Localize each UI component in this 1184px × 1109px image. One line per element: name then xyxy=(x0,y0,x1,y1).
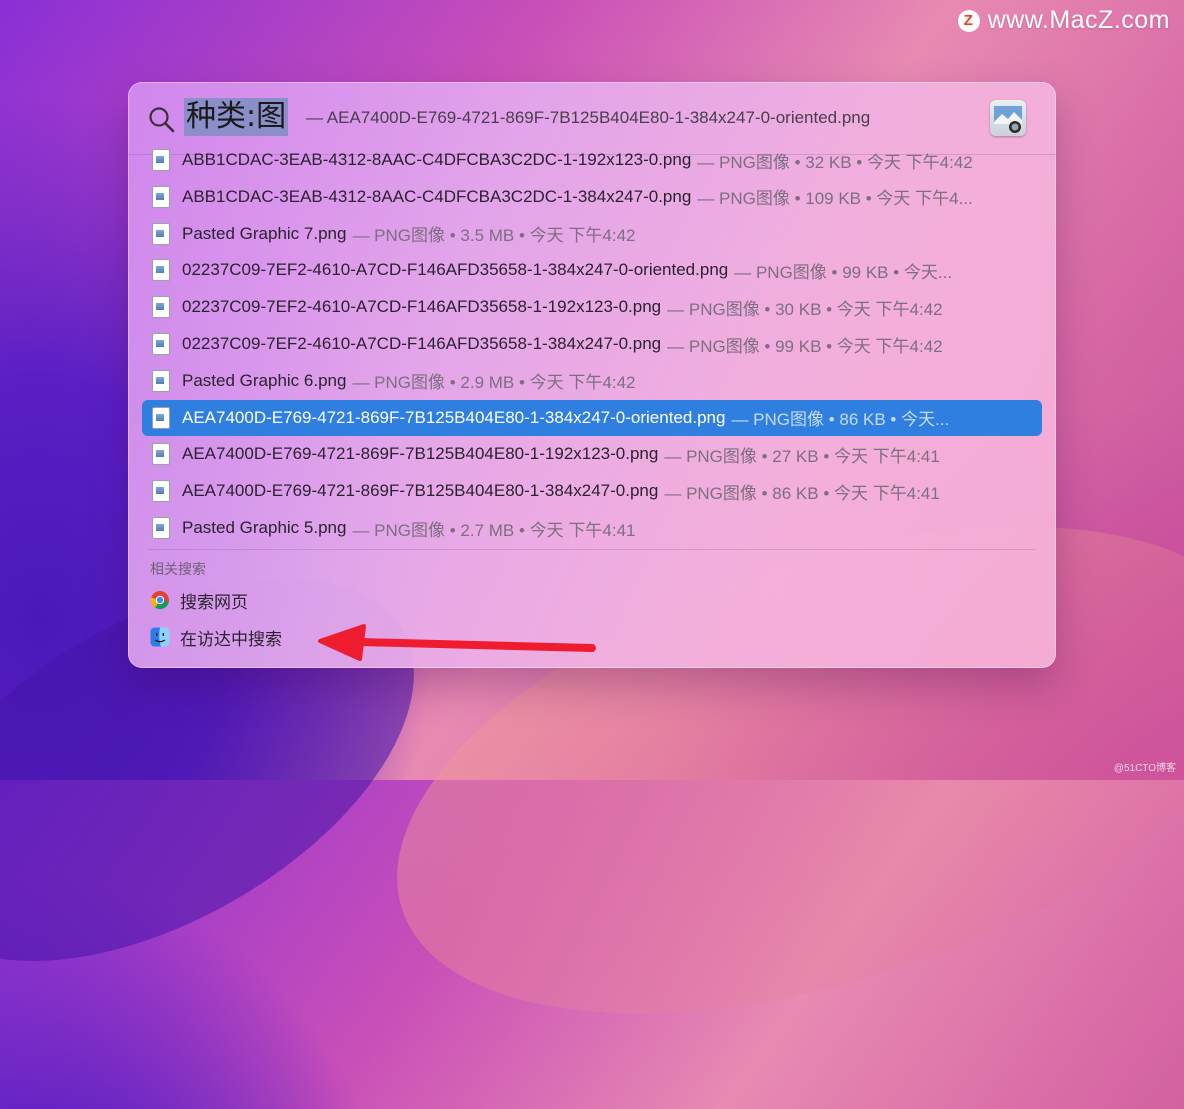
result-row[interactable]: 02237C09-7EF2-4610-A7CD-F146AFD35658-1-1… xyxy=(142,289,1042,325)
spotlight-window: 种类:图 — AEA7400D-E769-4721-869F-7B125B404… xyxy=(128,82,1056,668)
result-metadata: — PNG图像 • 99 KB • 今天... xyxy=(734,262,953,282)
png-file-icon xyxy=(152,480,170,503)
result-row-selected[interactable]: AEA7400D-E769-4721-869F-7B125B404E80-1-3… xyxy=(142,399,1042,436)
result-metadata: — PNG图像 • 86 KB • 今天 下午4:41 xyxy=(664,483,940,503)
finder-icon xyxy=(150,627,170,647)
result-filename: AEA7400D-E769-4721-869F-7B125B404E80-1-3… xyxy=(182,481,659,501)
search-query[interactable]: 种类:图 xyxy=(184,98,289,136)
result-filename: ABB1CDAC-3EAB-4312-8AAC-C4DFCBA3C2DC-1-3… xyxy=(182,186,692,206)
result-metadata: — PNG图像 • 2.9 MB • 今天 下午4:42 xyxy=(352,373,636,393)
result-row[interactable]: Pasted Graphic 7.png — PNG图像 • 3.5 MB • 今… xyxy=(142,216,1042,252)
png-file-icon xyxy=(152,222,170,245)
png-file-icon xyxy=(152,149,170,171)
result-row[interactable]: 02237C09-7EF2-4610-A7CD-F146AFD35658-1-3… xyxy=(142,252,1042,288)
search-icon xyxy=(149,107,175,133)
result-row[interactable]: 02237C09-7EF2-4610-A7CD-F146AFD35658-1-3… xyxy=(142,326,1042,362)
result-filename: Pasted Graphic 6.png xyxy=(182,370,347,390)
result-row[interactable]: Pasted Graphic 6.png — PNG图像 • 2.9 MB • 今… xyxy=(142,363,1042,399)
watermark-text: www.MacZ.com xyxy=(987,6,1170,34)
credit-text: @51CTO博客 xyxy=(1113,763,1176,774)
png-file-icon xyxy=(152,443,170,466)
png-file-icon xyxy=(152,185,170,208)
png-file-icon xyxy=(152,517,170,539)
section-divider xyxy=(148,549,1036,550)
result-filename: 02237C09-7EF2-4610-A7CD-F146AFD35658-1-3… xyxy=(182,260,729,280)
png-file-icon xyxy=(152,259,170,282)
result-row[interactable]: ABB1CDAC-3EAB-4312-8AAC-C4DFCBA3C2DC-1-3… xyxy=(142,179,1042,215)
result-metadata: — PNG图像 • 109 KB • 今天 下午4... xyxy=(697,189,973,209)
result-row[interactable]: AEA7400D-E769-4721-869F-7B125B404E80-1-3… xyxy=(142,473,1042,509)
chrome-icon xyxy=(150,591,169,610)
result-filename: AEA7400D-E769-4721-869F-7B125B404E80-1-1… xyxy=(182,444,659,464)
result-metadata: — PNG图像 • 30 KB • 今天 下午4:42 xyxy=(667,299,943,319)
search-in-finder-action[interactable]: 在访达中搜索 xyxy=(150,621,282,653)
result-row[interactable]: AEA7400D-E769-4721-869F-7B125B404E80-1-1… xyxy=(142,436,1042,472)
result-row[interactable]: ABB1CDAC-3EAB-4312-8AAC-C4DFCBA3C2DC-1-1… xyxy=(142,142,1042,178)
result-metadata: — PNG图像 • 3.5 MB • 今天 下午4:42 xyxy=(352,226,636,246)
search-web-label: 搜索网页 xyxy=(180,592,248,613)
png-file-icon xyxy=(152,369,170,392)
search-web-action[interactable]: 搜索网页 xyxy=(150,584,248,616)
top-hit-hint: — AEA7400D-E769-4721-869F-7B125B404E80-1… xyxy=(306,108,871,127)
result-filename: AEA7400D-E769-4721-869F-7B125B404E80-1-3… xyxy=(182,407,726,427)
result-filename: Pasted Graphic 7.png xyxy=(182,223,347,243)
related-searches-label: 相关搜索 xyxy=(150,562,206,578)
result-filename: ABB1CDAC-3EAB-4312-8AAC-C4DFCBA3C2DC-1-1… xyxy=(182,150,692,169)
result-metadata: — PNG图像 • 32 KB • 今天 下午4:42 xyxy=(697,152,973,172)
png-file-icon xyxy=(152,296,170,319)
result-filename: 02237C09-7EF2-4610-A7CD-F146AFD35658-1-1… xyxy=(182,297,662,317)
result-metadata: — PNG图像 • 2.7 MB • 今天 下午4:41 xyxy=(352,520,636,540)
search-in-finder-label: 在访达中搜索 xyxy=(180,629,282,650)
preview-icon xyxy=(994,106,1022,133)
watermark-logo-icon: Z xyxy=(957,9,980,32)
png-file-icon xyxy=(152,333,170,355)
result-metadata: — PNG图像 • 99 KB • 今天 下午4:42 xyxy=(667,336,943,356)
result-filename: 02237C09-7EF2-4610-A7CD-F146AFD35658-1-3… xyxy=(182,334,662,353)
result-filename: Pasted Graphic 5.png xyxy=(182,518,347,537)
result-metadata: — PNG图像 • 27 KB • 今天 下午4:41 xyxy=(664,446,940,466)
preview-app-icon[interactable] xyxy=(990,100,1026,136)
result-row[interactable]: Pasted Graphic 5.png — PNG图像 • 2.7 MB • 今… xyxy=(142,510,1042,546)
watermark: Z www.MacZ.com xyxy=(957,6,1170,35)
png-file-icon xyxy=(152,406,170,429)
result-metadata: — PNG图像 • 86 KB • 今天... xyxy=(731,410,950,430)
